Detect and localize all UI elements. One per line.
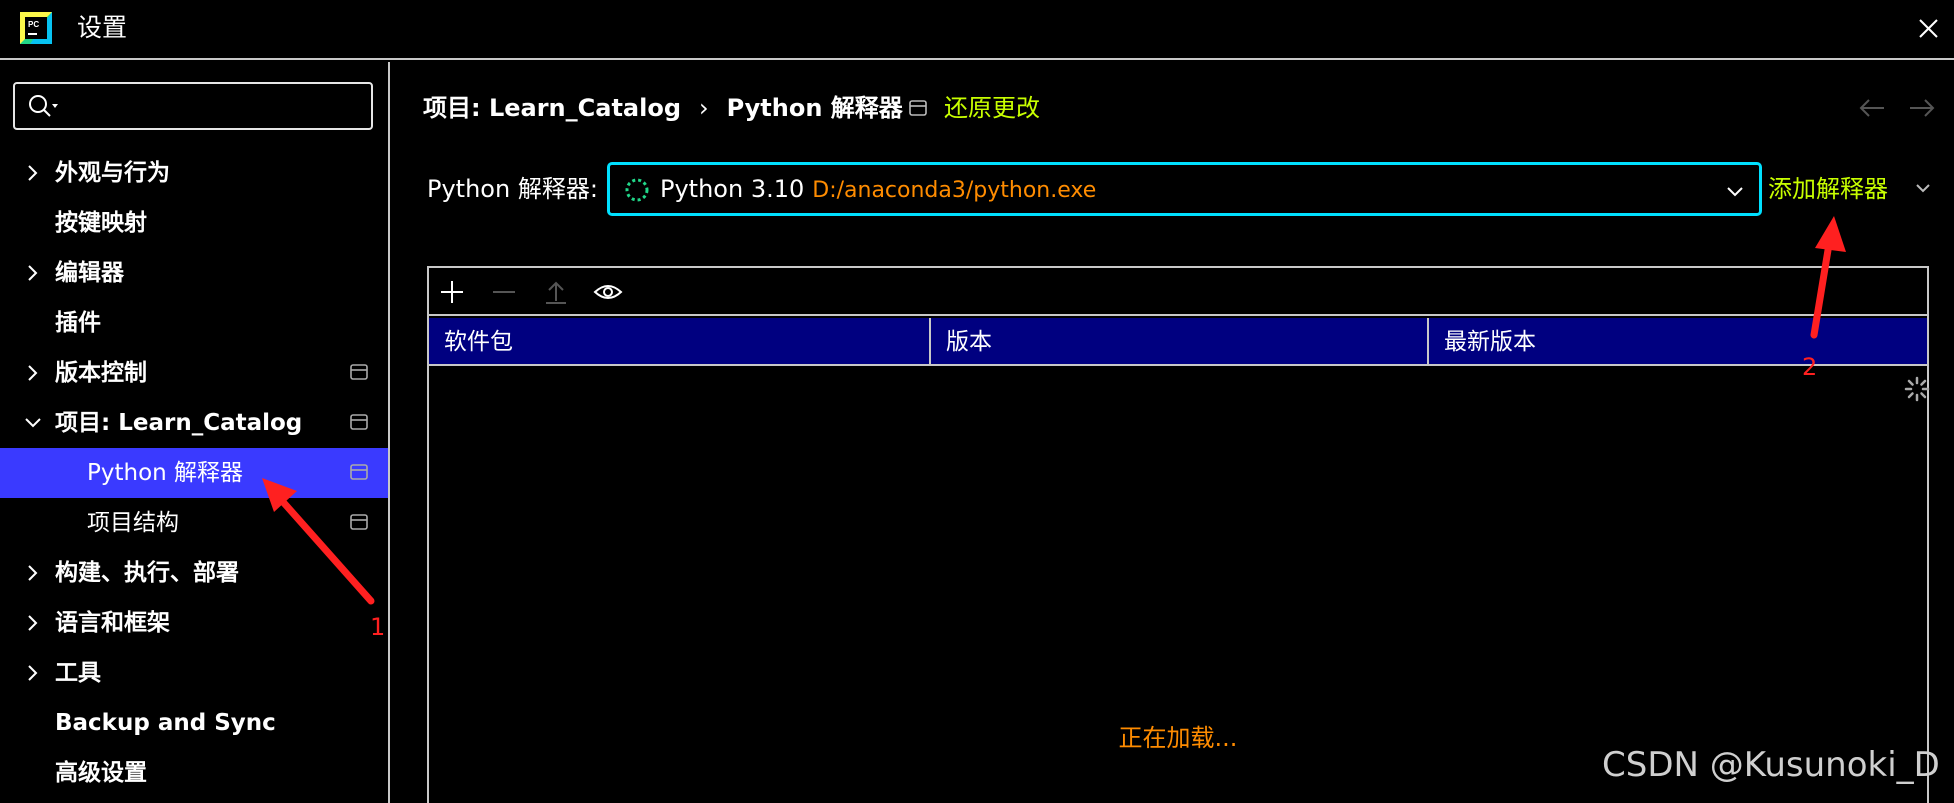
title-bar: PC 设置 (0, 0, 1954, 60)
chevron-right-icon[interactable] (24, 264, 42, 282)
search-input[interactable] (13, 82, 373, 130)
sidebar-item[interactable]: Python 解释器 (0, 448, 388, 498)
chevron-right-icon[interactable] (24, 614, 42, 632)
settings-tree: 外观与行为按键映射编辑器插件版本控制项目: Learn_Catalog Pytho… (0, 148, 388, 798)
sidebar-item[interactable]: 工具 (0, 648, 388, 698)
packages-panel: 软件包 版本 最新版本 正在加载... (427, 266, 1930, 803)
show-early-releases-eye-icon[interactable] (593, 277, 623, 307)
column-header-latest-version[interactable]: 最新版本 (1427, 318, 1927, 366)
sidebar-item[interactable]: 插件 (0, 298, 388, 348)
settings-sidebar: 外观与行为按键映射编辑器插件版本控制项目: Learn_Catalog Pytho… (0, 62, 390, 803)
interpreter-select[interactable]: Python 3.10 D:/anaconda3/python.exe (607, 162, 1762, 216)
window-title: 设置 (77, 13, 128, 42)
search-icon[interactable] (27, 93, 61, 121)
breadcrumb-page: Python 解释器 (726, 94, 903, 122)
watermark: CSDN @Kusunoki_D (1602, 745, 1940, 785)
sidebar-item-label: 工具 (55, 660, 101, 686)
sidebar-item-label: 外观与行为 (55, 160, 170, 186)
back-arrow-icon[interactable] (1857, 95, 1887, 121)
interpreter-name: Python 3.10 (660, 175, 805, 203)
sidebar-item[interactable]: 编辑器 (0, 248, 388, 298)
reset-changes-link[interactable]: 还原更改 (944, 91, 1040, 125)
close-icon[interactable] (1911, 11, 1945, 45)
chevron-right-icon[interactable] (24, 664, 42, 682)
sidebar-item-label: 项目: Learn_Catalog (55, 410, 303, 436)
sidebar-item[interactable]: 构建、执行、部署 (0, 548, 388, 598)
main-panel: 项目: Learn_Catalog › Python 解释器 还原更改 Python… (392, 62, 1954, 803)
annotation-number-1: 1 (370, 613, 386, 641)
sidebar-item[interactable]: Backup and Sync (0, 698, 388, 748)
interpreter-value: Python 3.10 D:/anaconda3/python.exe (660, 172, 1096, 208)
sidebar-item[interactable]: 高级设置 (0, 748, 388, 798)
sidebar-item-label: 语言和框架 (55, 610, 170, 636)
chevron-right-icon[interactable] (24, 364, 42, 382)
sidebar-item-label: 编辑器 (55, 260, 124, 286)
annotation-number-2: 2 (1802, 353, 1818, 381)
breadcrumb-separator: › (699, 94, 709, 122)
project-scope-icon (350, 514, 368, 530)
project-scope-icon (350, 364, 368, 380)
column-header-package[interactable]: 软件包 (429, 318, 929, 366)
breadcrumb: 项目: Learn_Catalog › Python 解释器 (423, 91, 903, 125)
upgrade-package-icon[interactable] (541, 277, 571, 307)
sidebar-item-label: Python 解释器 (87, 460, 244, 486)
sidebar-item[interactable]: 项目结构 (0, 498, 388, 548)
sidebar-item[interactable]: 语言和框架 (0, 598, 388, 648)
interpreter-path: D:/anaconda3/python.exe (812, 178, 1097, 203)
loading-spinner-icon (1904, 376, 1930, 402)
packages-toolbar (429, 268, 1927, 316)
remove-package-icon[interactable] (489, 277, 519, 307)
pycharm-logo-icon: PC (20, 12, 52, 44)
project-scope-icon (909, 100, 927, 116)
svg-text:PC: PC (28, 20, 39, 29)
sidebar-item-label: 版本控制 (55, 360, 147, 386)
sidebar-item-label: Backup and Sync (55, 710, 276, 736)
interpreter-label: Python 解释器: (427, 175, 598, 203)
sidebar-item-label: 按键映射 (55, 210, 147, 236)
packages-table-header: 软件包 版本 最新版本 (429, 318, 1927, 366)
forward-arrow-icon[interactable] (1907, 95, 1937, 121)
sidebar-item[interactable]: 外观与行为 (0, 148, 388, 198)
chevron-right-icon[interactable] (24, 164, 42, 182)
sidebar-item-label: 插件 (55, 310, 101, 336)
breadcrumb-project[interactable]: 项目: Learn_Catalog (423, 91, 681, 125)
sidebar-item[interactable]: 按键映射 (0, 198, 388, 248)
add-interpreter-chevron-icon[interactable] (1915, 180, 1931, 196)
project-scope-icon (350, 414, 368, 430)
add-package-icon[interactable] (437, 277, 467, 307)
chevron-down-icon[interactable] (24, 414, 42, 432)
sidebar-item-label: 高级设置 (55, 760, 147, 786)
project-scope-icon (350, 464, 368, 480)
loading-spinner-icon (625, 178, 649, 202)
sidebar-item[interactable]: 项目: Learn_Catalog (0, 398, 388, 448)
add-interpreter-button[interactable]: 添加解释器 (1768, 172, 1888, 206)
sidebar-item-label: 构建、执行、部署 (55, 560, 239, 586)
column-header-version[interactable]: 版本 (929, 318, 1427, 366)
chevron-down-icon[interactable] (1725, 181, 1745, 201)
chevron-right-icon[interactable] (24, 564, 42, 582)
sidebar-item-label: 项目结构 (87, 510, 179, 536)
sidebar-item[interactable]: 版本控制 (0, 348, 388, 398)
